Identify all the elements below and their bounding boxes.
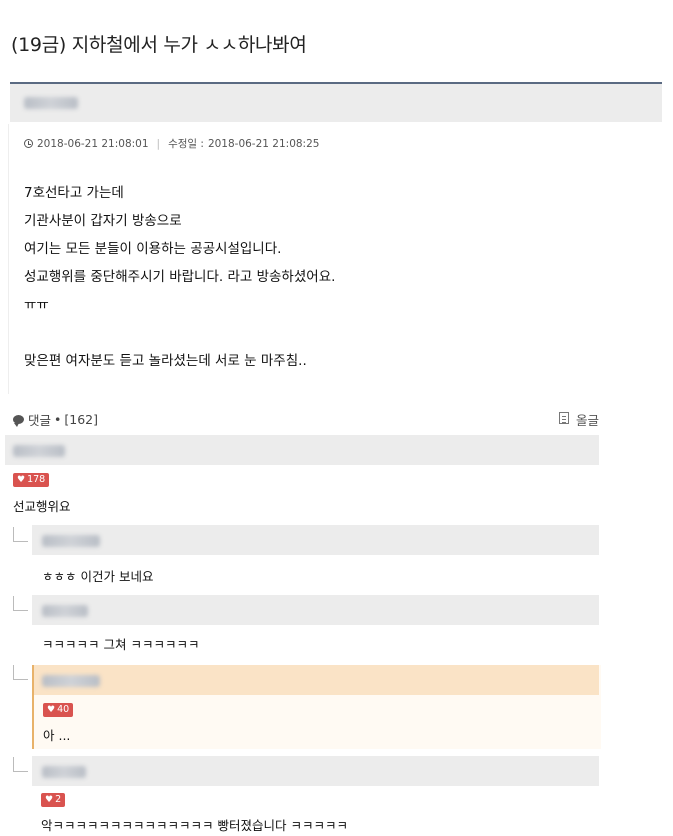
like-count: 2 [55,794,62,805]
reply-connector [13,527,28,542]
like-badge[interactable]: ♥ 178 [13,473,50,487]
heart-icon: ♥ [17,475,26,485]
comments-bar: 댓글 • [162] 올글 [13,410,599,428]
post-body-line: 여기는 모든 분들이 이용하는 공공시설입니다. [24,241,282,257]
comment-header [32,525,599,555]
post-title: (19금) 지하철에서 누가 ㅅㅅ하나봐여 [11,34,307,56]
comment-header [32,595,599,625]
post-body-line: 맞은편 여자분도 듣고 놀라셨는데 서로 눈 마주침.. [24,353,307,369]
like-badge[interactable]: ♥ 40 [43,703,74,717]
heart-icon: ♥ [47,705,56,715]
author-name-blurred [24,97,78,109]
meta-separator: | [156,137,161,150]
clock-icon [24,139,33,148]
reply-connector [13,665,28,680]
commenter-name-blurred [13,445,65,457]
comment-text: 아 ... [43,728,71,743]
commenter-name-blurred [42,535,100,547]
post-body-line: 기관사분이 갑자기 방송으로 [24,213,182,229]
post-author-bar [10,82,662,122]
like-count: 178 [27,474,46,485]
document-icon[interactable] [559,412,569,424]
post-divider [8,124,9,394]
comments-count: [162] [64,411,99,427]
post-body-line: ㅠㅠ [24,297,49,313]
like-badge[interactable]: ♥ 2 [41,793,66,807]
post-date: 2018-06-21 21:08:01 [37,137,149,150]
like-count: 40 [57,704,70,715]
comments-dot: • [54,411,62,427]
order-toggle[interactable]: 올글 [576,410,599,429]
comment-text: ㅎㅎㅎ 이건가 보네요 [42,569,154,584]
commenter-name-blurred [42,605,88,617]
comment-header [5,435,599,465]
comment-text: 악ㅋㅋㅋㅋㅋㅋㅋㅋㅋㅋㅋㅋㅋㅋ 빵터졌습니다 ㅋㅋㅋㅋㅋ [41,818,348,833]
post-meta: 2018-06-21 21:08:01 | 수정일 : 2018-06-21 2… [24,136,319,151]
reply-connector [13,596,28,611]
reply-connector [13,757,28,772]
speech-bubble-icon [13,414,24,427]
post-body-line: 7호선타고 가는데 [24,185,124,201]
post-body-line: 성교행위를 중단해주시기 바랍니다. 라고 방송하셨어요. [24,269,336,285]
commenter-name-blurred [42,766,86,778]
commenter-name-blurred [42,675,100,687]
comment-header-best [34,665,599,695]
comments-label: 댓글 [28,412,52,428]
modified-date: 2018-06-21 21:08:25 [207,137,320,150]
modified-label: 수정일 : [168,138,204,150]
comment-header [32,756,599,786]
heart-icon: ♥ [45,795,54,805]
comment-text: ㅋㅋㅋㅋㅋ 그쳐 ㅋㅋㅋㅋㅋㅋ [42,637,200,652]
comment-text: 선교행위요 [13,499,71,514]
